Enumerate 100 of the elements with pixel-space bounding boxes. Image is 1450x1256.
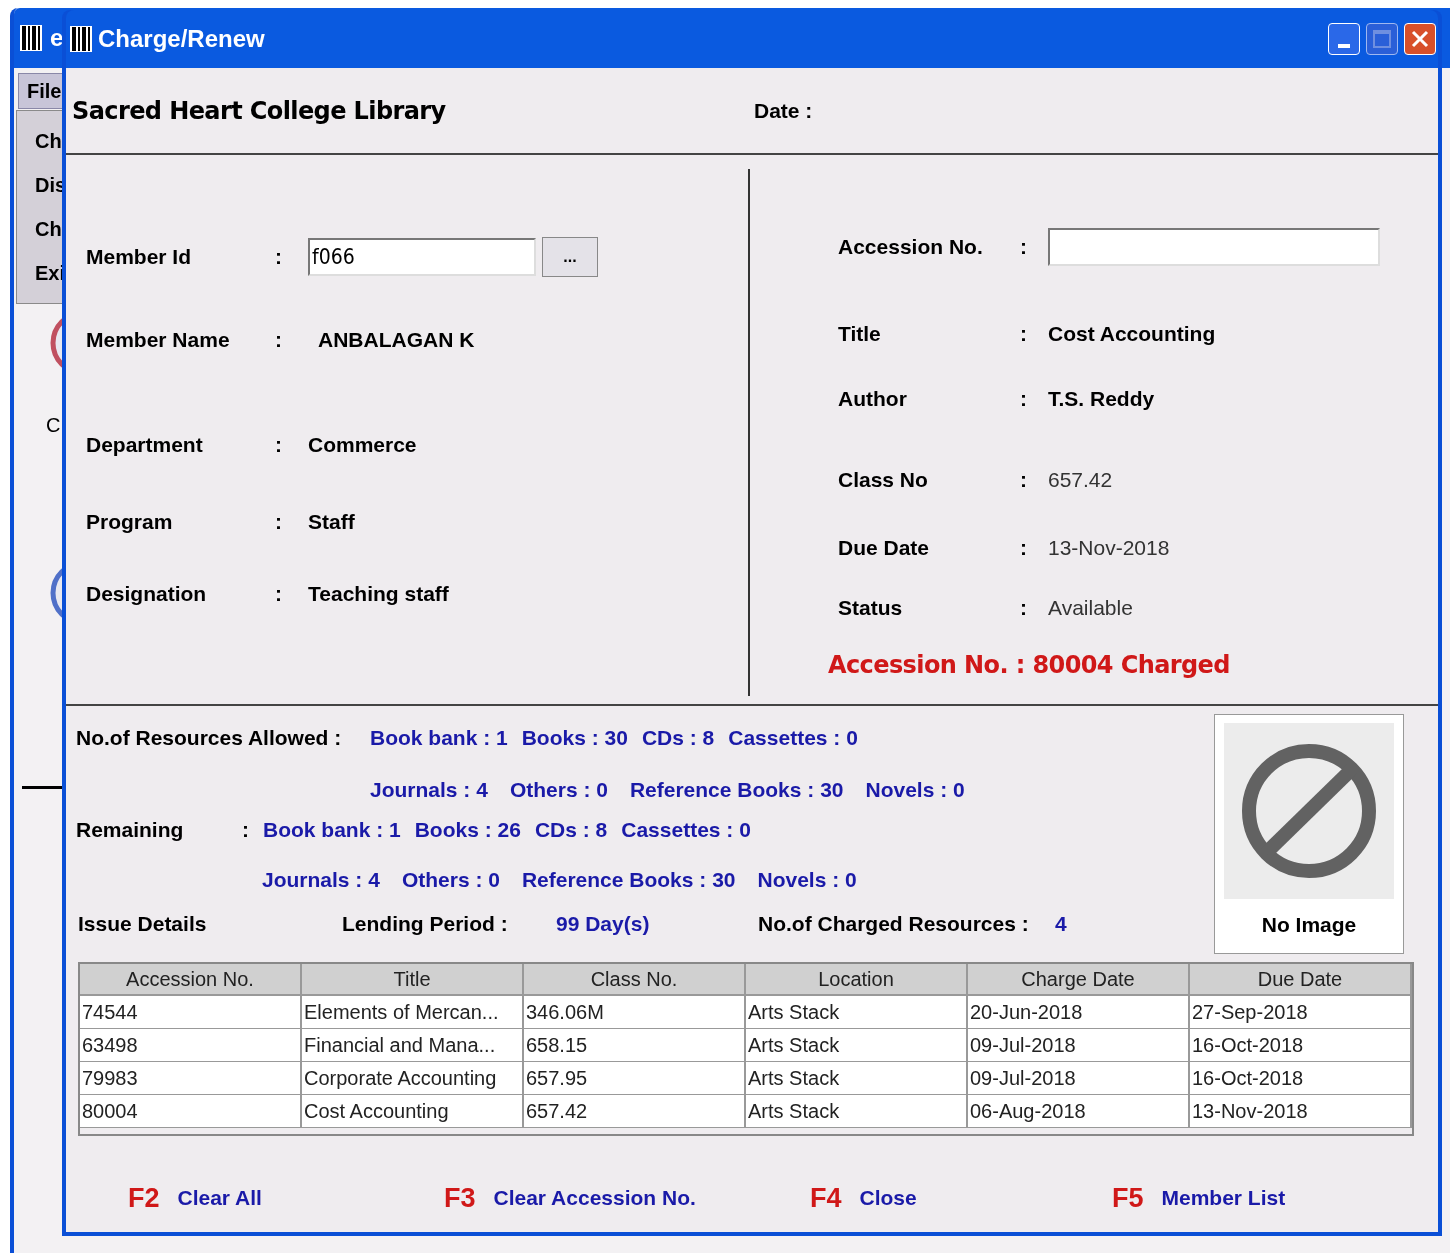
colon: : [275, 432, 283, 459]
resource-count: Novels : 0 [757, 867, 857, 894]
field-value: Cost Accounting [1048, 321, 1216, 348]
table-cell: 09-Jul-2018 [968, 1029, 1190, 1062]
no-image-icon [1224, 723, 1394, 899]
field-label: Program [85, 509, 174, 536]
shortcut-button[interactable]: F5 Member List [1112, 1177, 1412, 1219]
field-value: Available [1048, 595, 1133, 622]
table-cell: 658.15 [524, 1029, 746, 1062]
charged-message: Accession No. : 80004 Charged [827, 650, 1231, 681]
maximize-button[interactable] [1366, 23, 1398, 55]
table-cell: Arts Stack [746, 1062, 968, 1095]
table-cell: Elements of Mercan... [302, 996, 524, 1029]
field-label: No.of Charged Resources : [758, 911, 1030, 938]
colon: : [1020, 321, 1028, 348]
shortcut-button[interactable]: F2 Clear All [128, 1177, 444, 1219]
field-label: Status [837, 595, 904, 622]
column-header[interactable]: Accession No. [80, 964, 302, 996]
resource-count: Book bank : 1 [370, 725, 508, 752]
field-value: 13-Nov-2018 [1048, 535, 1170, 562]
date-label: Date : [754, 97, 813, 124]
resource-count: CDs : 8 [534, 817, 608, 844]
field-label: Member Name [85, 327, 231, 354]
resource-count: Book bank : 1 [263, 817, 401, 844]
column-header[interactable]: Title [302, 964, 524, 996]
field-label: Author [837, 386, 908, 413]
table-cell: 09-Jul-2018 [968, 1062, 1190, 1095]
section-label: Issue Details [77, 911, 208, 938]
column-header[interactable]: Class No. [524, 964, 746, 996]
field-label: Member Id [85, 244, 193, 271]
barcode-icon [20, 25, 42, 51]
table-cell: Corporate Accounting [302, 1062, 524, 1095]
resource-count: Journals : 4 [370, 777, 488, 804]
table-cell: 63498 [80, 1029, 302, 1062]
resource-count: Novels : 0 [865, 777, 965, 804]
field-value: T.S. Reddy [1048, 386, 1155, 413]
colon: : [1020, 386, 1028, 413]
colon: : [275, 509, 283, 536]
colon: : [1020, 535, 1028, 562]
column-header[interactable]: Due Date [1190, 964, 1412, 996]
shortcut-button[interactable]: F4 Close [810, 1177, 1112, 1219]
field-label: Accession No. [837, 234, 984, 261]
field-value: Staff [308, 509, 355, 536]
table-cell: 16-Oct-2018 [1190, 1029, 1412, 1062]
table-cell: 16-Oct-2018 [1190, 1062, 1412, 1095]
table-cell: 20-Jun-2018 [968, 996, 1190, 1029]
field-label: Due Date [837, 535, 931, 562]
resource-count: Journals : 4 [262, 867, 380, 894]
text-field[interactable] [1048, 228, 1380, 266]
resource-count: Books : 26 [414, 817, 521, 844]
table-cell: 346.06M [524, 996, 746, 1029]
colon: : [275, 327, 283, 354]
resource-count: Reference Books : 30 [629, 777, 844, 804]
resource-count: Books : 30 [521, 725, 628, 752]
table-cell: 79983 [80, 1062, 302, 1095]
field-label: Title [837, 321, 882, 348]
window-title: e [50, 23, 64, 53]
minimize-button[interactable] [1328, 23, 1360, 55]
table-cell: 657.95 [524, 1062, 746, 1095]
resource-count: CDs : 8 [641, 725, 715, 752]
field-value: 99 Day(s) [556, 911, 651, 938]
colon: : [1020, 595, 1028, 622]
icon-label: C [46, 413, 61, 438]
field-label: Lending Period : [342, 911, 509, 938]
column-header[interactable]: Charge Date [968, 964, 1190, 996]
colon: : [275, 581, 283, 608]
field-value: Teaching staff [308, 581, 449, 608]
field-value: 657.42 [1048, 467, 1113, 494]
field-value: ANBALAGAN K [317, 327, 475, 354]
resource-count: Cassettes : 0 [728, 725, 858, 752]
resource-count: Others : 0 [509, 777, 608, 804]
section-label: Remaining [76, 817, 185, 844]
browse-button[interactable]: ... [542, 237, 598, 277]
table-cell: 27-Sep-2018 [1190, 996, 1412, 1029]
shortcut-button[interactable]: F3 Clear Accession No. [444, 1177, 810, 1219]
window-title: Charge/Renew [98, 24, 266, 54]
barcode-icon [70, 26, 92, 52]
text-field[interactable]: f066 [308, 238, 536, 276]
table-cell: Financial and Mana... [302, 1029, 524, 1062]
field-label: Department [85, 432, 204, 459]
image-caption: No Image [1261, 912, 1357, 938]
colon: : [275, 244, 283, 271]
field-label: Designation [85, 581, 208, 608]
resource-count: Others : 0 [401, 867, 500, 894]
table-cell: Arts Stack [746, 996, 968, 1029]
close-button[interactable] [1404, 23, 1436, 55]
field-label: Class No [837, 467, 929, 494]
resource-count: Cassettes : 0 [621, 817, 751, 844]
colon: : [1020, 234, 1028, 261]
section-label: No.of Resources Allowed : [76, 725, 343, 752]
close-icon [1411, 30, 1429, 48]
library-name: Sacred Heart College Library [71, 95, 447, 127]
colon: : [1020, 467, 1028, 494]
table-cell: 74544 [80, 996, 302, 1029]
column-header[interactable]: Location [746, 964, 968, 996]
field-value: Commerce [308, 432, 417, 459]
table-cell: Arts Stack [746, 1029, 968, 1062]
resource-count: Reference Books : 30 [521, 867, 736, 894]
colon: : [242, 817, 249, 844]
field-value: 4 [1055, 911, 1067, 938]
